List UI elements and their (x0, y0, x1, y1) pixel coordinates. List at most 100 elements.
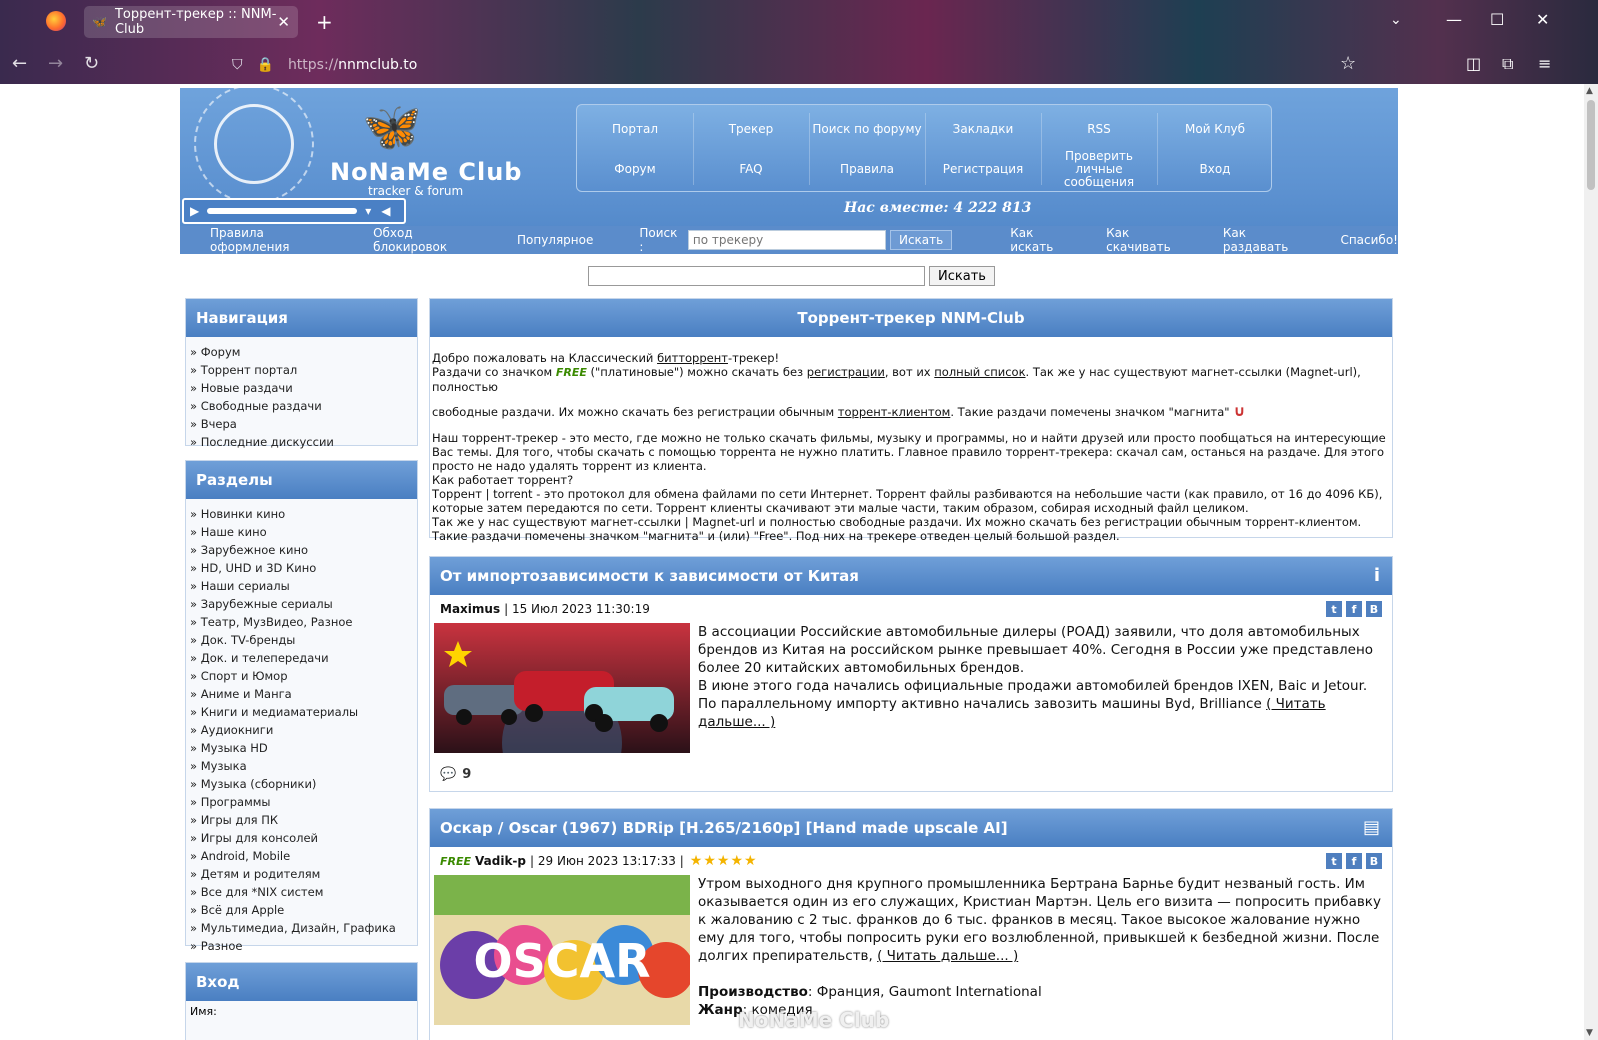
registration-link[interactable]: регистрации (807, 365, 885, 379)
menu-registration[interactable]: Регистрация (925, 149, 1041, 189)
list-tabs-chevron-icon[interactable]: ⌄ (1390, 12, 1402, 28)
section-item[interactable]: Наше кино (190, 523, 413, 541)
news-title-text[interactable]: От импортозависимости к зависимости от К… (440, 567, 859, 585)
nav-item[interactable]: Форум (190, 343, 413, 361)
tracker-search-button[interactable]: Искать (889, 230, 953, 250)
volume-icon[interactable]: ◀ (381, 204, 390, 218)
nav-item[interactable]: Последние дискуссии (190, 433, 413, 451)
section-item[interactable]: HD, UHD и 3D Кино (190, 559, 413, 577)
section-item[interactable]: Все для *NIX систем (190, 883, 413, 901)
link-bypass-blocking[interactable]: Обход блокировок (373, 226, 487, 254)
audio-player[interactable]: ▶ ▾ ◀ (182, 198, 406, 224)
link-thanks[interactable]: Спасибо! (1340, 233, 1398, 247)
close-window-icon[interactable]: ✕ (1536, 10, 1549, 29)
share-facebook-icon[interactable]: f (1346, 601, 1362, 617)
section-item[interactable]: Книги и медиаматериалы (190, 703, 413, 721)
minimize-icon[interactable]: — (1446, 10, 1462, 29)
nav-item[interactable]: Свободные раздачи (190, 397, 413, 415)
menu-portal[interactable]: Портал (577, 109, 693, 149)
extensions-icon[interactable]: ⧉ (1502, 54, 1513, 74)
menu-forum[interactable]: Форум (577, 149, 693, 189)
nav-item[interactable]: Вчера (190, 415, 413, 433)
section-item[interactable]: Аниме и Манга (190, 685, 413, 703)
global-search-input[interactable] (588, 266, 925, 286)
section-item[interactable]: Детям и родителям (190, 865, 413, 883)
url-bar[interactable]: ⛉ 🔒 https:// nnmclub.to (232, 50, 1352, 80)
comments-count[interactable]: 💬 9 (430, 753, 1392, 790)
bookmark-star-icon[interactable]: ☆ (1340, 53, 1356, 74)
torrent-poster-oscar[interactable]: OSCAR (434, 875, 690, 1025)
dropdown-icon[interactable]: ▾ (365, 204, 371, 218)
shield-icon[interactable]: ⛉ (232, 57, 243, 73)
section-item[interactable]: Музыка (190, 757, 413, 775)
section-item[interactable]: Мультимедиа, Дизайн, Графика (190, 919, 413, 937)
player-progress[interactable] (207, 208, 358, 214)
lock-icon[interactable]: 🔒 (257, 57, 274, 73)
menu-faq[interactable]: FAQ (693, 149, 809, 189)
section-item[interactable]: Android, Mobile (190, 847, 413, 865)
link-formatting-rules[interactable]: Правила оформления (210, 226, 343, 254)
full-list-link[interactable]: полный список (934, 365, 1025, 379)
news-author[interactable]: Maximus (440, 602, 500, 616)
logo-title[interactable]: NoNaMe Club (330, 158, 522, 186)
link-popular[interactable]: Популярное (517, 233, 593, 247)
menu-rules[interactable]: Правила (809, 149, 925, 189)
back-icon[interactable]: ← (12, 53, 27, 74)
section-item[interactable]: Док. и телепередачи (190, 649, 413, 667)
torrent-title-text[interactable]: Оскар / Oscar (1967) BDRip [H.265/2160p]… (440, 819, 1008, 837)
section-item[interactable]: Спорт и Юмор (190, 667, 413, 685)
firefox-icon[interactable] (46, 11, 66, 31)
menu-forum-search[interactable]: Поиск по форуму (809, 109, 925, 149)
info-icon[interactable]: i (1374, 565, 1380, 586)
menu-tracker[interactable]: Трекер (693, 109, 809, 149)
section-item[interactable]: Док. TV-бренды (190, 631, 413, 649)
link-how-to-seed[interactable]: Как раздавать (1223, 226, 1313, 254)
section-item[interactable]: Игры для консолей (190, 829, 413, 847)
nav-item[interactable]: Торрент портал (190, 361, 413, 379)
scroll-up-icon[interactable]: ▲ (1586, 86, 1593, 96)
tab-active[interactable]: 🦋 Торрент-трекер :: NNM-Club ✕ (84, 6, 298, 38)
menu-rss[interactable]: RSS (1041, 109, 1157, 149)
torrent-client-link[interactable]: торрент-клиентом (838, 405, 951, 419)
section-item[interactable]: Зарубежные сериалы (190, 595, 413, 613)
section-item[interactable]: Программы (190, 793, 413, 811)
section-item[interactable]: Музыка HD (190, 739, 413, 757)
section-item[interactable]: Разное (190, 937, 413, 955)
tab-close-icon[interactable]: ✕ (277, 13, 290, 31)
share-twitter-icon[interactable]: t (1326, 853, 1342, 869)
menu-bookmarks[interactable]: Закладки (925, 109, 1041, 149)
new-tab-icon[interactable]: + (316, 10, 333, 34)
forward-icon[interactable]: → (48, 53, 63, 74)
section-item[interactable]: Театр, МузВидео, Разное (190, 613, 413, 631)
menu-login[interactable]: Вход (1157, 149, 1273, 189)
nav-item[interactable]: Новые раздачи (190, 379, 413, 397)
torrent-author[interactable]: Vadik-p (475, 854, 526, 868)
film-icon[interactable]: ▤ (1363, 817, 1380, 838)
scrollbar-thumb[interactable] (1587, 100, 1595, 190)
share-vk-icon[interactable]: B (1366, 853, 1382, 869)
tracker-search-input[interactable] (687, 230, 886, 250)
bittorrent-link[interactable]: битторрент (657, 351, 728, 365)
news-thumbnail-cars[interactable] (434, 623, 690, 753)
pocket-icon[interactable]: ◫ (1466, 54, 1481, 73)
global-search-button[interactable]: Искать (929, 266, 995, 286)
menu-my-club[interactable]: Мой Клуб (1157, 109, 1273, 149)
link-how-to-search[interactable]: Как искать (1010, 226, 1078, 254)
link-how-to-download[interactable]: Как скачивать (1106, 226, 1195, 254)
share-twitter-icon[interactable]: t (1326, 601, 1342, 617)
section-item[interactable]: Зарубежное кино (190, 541, 413, 559)
section-item[interactable]: Музыка (сборники) (190, 775, 413, 793)
share-facebook-icon[interactable]: f (1346, 853, 1362, 869)
maximize-icon[interactable]: ☐ (1490, 10, 1504, 29)
menu-check-messages[interactable]: Проверить личные сообщения (1041, 149, 1157, 189)
section-item[interactable]: Аудиокниги (190, 721, 413, 739)
reload-icon[interactable]: ↻ (84, 53, 99, 74)
menu-icon[interactable]: ≡ (1538, 54, 1551, 73)
share-vk-icon[interactable]: B (1366, 601, 1382, 617)
read-more-link[interactable]: ( Читать дальше... ) (877, 948, 1018, 964)
play-icon[interactable]: ▶ (190, 204, 199, 218)
scroll-down-icon[interactable]: ▼ (1586, 1028, 1593, 1038)
section-item[interactable]: Игры для ПК (190, 811, 413, 829)
section-item[interactable]: Всё для Apple (190, 901, 413, 919)
page-scrollbar[interactable]: ▲ ▼ (1584, 84, 1598, 1040)
